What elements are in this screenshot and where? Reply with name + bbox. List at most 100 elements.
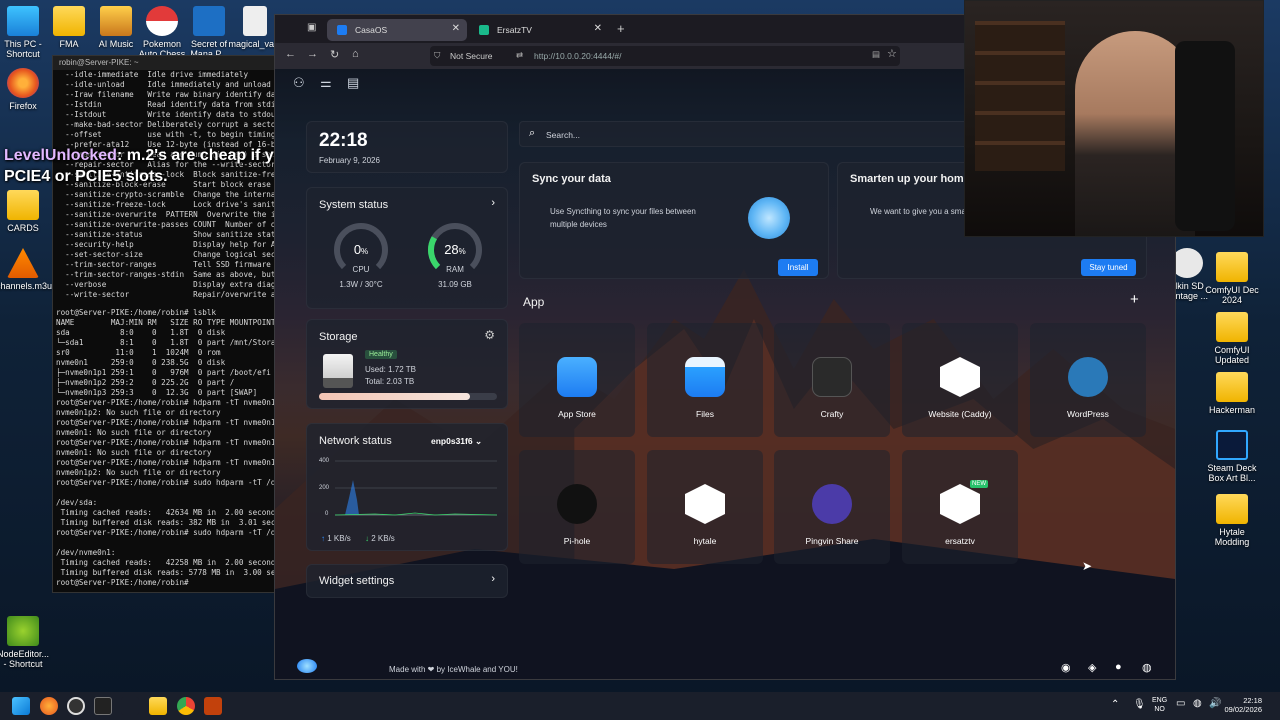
app-files[interactable]: Files xyxy=(647,323,763,437)
chat-icon[interactable]: ◉ xyxy=(1061,661,1071,674)
reload-icon[interactable]: ↻ xyxy=(330,48,339,61)
terminal-line: root@Server-PIKE:/home/robin# hdparm -tT… xyxy=(56,418,276,427)
app-app-store[interactable]: App Store xyxy=(519,323,635,437)
terminal-line: root@Server-PIKE:/home/robin# hdparm -tT… xyxy=(56,438,276,447)
cube-icon xyxy=(940,357,980,397)
back-icon[interactable]: ← xyxy=(285,48,296,60)
tray-icon[interactable]: ▭ xyxy=(1176,698,1185,709)
app-pi-hole[interactable]: Pi-hole xyxy=(519,450,635,564)
folder-icon xyxy=(7,190,39,220)
firefox-taskbar-icon[interactable] xyxy=(40,697,58,715)
home-icon[interactable]: ⌂ xyxy=(352,48,359,60)
language-indicator[interactable]: ENG NO xyxy=(1152,696,1167,714)
desktop-icon-pokemon[interactable]: Pokemon Auto Chess xyxy=(135,6,189,60)
discord-icon[interactable]: ◈ xyxy=(1088,661,1096,674)
desktop-icon-nodeeditor[interactable]: NodeEditor... - Shortcut xyxy=(0,616,50,670)
bookmark-star-icon[interactable]: ☆ xyxy=(887,47,897,60)
search-input[interactable]: Search... xyxy=(546,130,580,140)
stay-tuned-button[interactable]: Stay tuned xyxy=(1081,259,1136,276)
apps-title: App xyxy=(523,295,545,309)
terminal-line: --sanitize-overwrite-passes COUNT Number… xyxy=(65,220,279,229)
chrome-taskbar-icon[interactable] xyxy=(177,697,195,715)
desktop-icon-steam-deck[interactable]: Steam Deck Box Art Bl... xyxy=(1205,430,1259,484)
network-interface-select[interactable]: enp0s31f6 ⌄ xyxy=(431,436,482,447)
desktop-icon-fma[interactable]: FMA xyxy=(42,6,96,49)
app-store-icon xyxy=(557,357,597,397)
terminal-taskbar-icon[interactable] xyxy=(94,697,112,715)
folder-icon xyxy=(685,357,725,397)
storage-bar xyxy=(319,393,497,400)
install-button[interactable]: Install xyxy=(778,259,818,276)
terminal-line: /dev/nvme0n1: xyxy=(56,548,116,557)
network-widget: Network status enp0s31f6 ⌄ 400 200 0 ↑ 1… xyxy=(306,423,508,551)
desktop-icon-channels[interactable]: channels.m3u xyxy=(0,248,52,291)
settings-sliders-icon[interactable]: ⚌ xyxy=(320,75,332,91)
close-tab-icon[interactable]: ✕ xyxy=(594,23,602,34)
app-icon xyxy=(7,616,39,646)
forward-icon[interactable]: → xyxy=(307,48,318,60)
user-icon[interactable]: ⚇ xyxy=(293,75,305,91)
tab-list-icon[interactable]: ▣ xyxy=(307,22,316,33)
terminal-line: NAME MAJ:MIN RM SIZE RO TYPE MOUNTPOINTS xyxy=(56,318,280,327)
shield-icon: ⛉ xyxy=(434,50,441,60)
windows-start-icon[interactable] xyxy=(12,697,30,715)
ersatztv-favicon xyxy=(479,25,489,35)
terminal-line: root@Server-PIKE:/home/robin# hdparm -tT… xyxy=(56,398,280,407)
screen: { "desktop": { "icons_left": [ {"label":… xyxy=(0,0,1280,720)
terminal-line: --sanitize-crypto-scramble Change the in… xyxy=(65,190,280,199)
app-taskbar-icon[interactable] xyxy=(67,697,85,715)
pen-taskbar-icon[interactable] xyxy=(121,697,139,715)
app-wordpress[interactable]: WordPress xyxy=(1030,323,1146,437)
terminal-line: --verbose Display extra diagnostics xyxy=(65,280,280,289)
tick-0: 0 xyxy=(325,511,329,517)
mic-icon[interactable]: 🎙 xyxy=(1133,699,1146,710)
clock-widget: 22:18 February 9, 2026 xyxy=(306,121,508,173)
casaos-logo[interactable] xyxy=(297,659,317,673)
tick-200: 200 xyxy=(319,485,330,491)
tray-chevron-icon[interactable]: ⌃ xyxy=(1111,699,1119,710)
vlc-taskbar-icon[interactable] xyxy=(204,697,222,715)
syncthing-icon xyxy=(748,197,790,239)
taskbar-clock[interactable]: 22:18 09/02/2026 xyxy=(1212,696,1262,714)
widget-settings-button[interactable]: Widget settings › xyxy=(306,564,508,598)
tab-casaos[interactable]: CasaOS ✕ xyxy=(327,19,467,41)
chair xyxy=(1175,41,1235,231)
mouse-cursor-icon: ➤ xyxy=(1082,559,1093,573)
desktop-icon-hackerman[interactable]: Hackerman xyxy=(1205,372,1259,415)
desktop-icon-comfyui-updated[interactable]: ComfyUI Updated xyxy=(1205,312,1259,366)
app-pingvin-share[interactable]: Pingvin Share xyxy=(774,450,890,564)
health-badge: Healthy xyxy=(365,350,397,359)
terminal-line: --Istdout Write identify data to stdout … xyxy=(65,110,280,119)
desktop-icon-hytale-modding[interactable]: Hytale Modding xyxy=(1205,494,1259,548)
network-tray-icon[interactable]: ◍ xyxy=(1193,698,1202,709)
add-app-icon[interactable]: + xyxy=(1130,291,1139,308)
terminal-window[interactable]: robin@Server-PIKE: ~ --idle-immediate Id… xyxy=(52,55,280,593)
search-bar[interactable]: ⌕ Search... xyxy=(519,121,971,147)
file-icon xyxy=(243,6,267,36)
chevron-right-icon[interactable]: › xyxy=(491,197,495,209)
explorer-taskbar-icon[interactable] xyxy=(149,697,167,715)
clock-date: February 9, 2026 xyxy=(319,156,380,165)
smarten-title: Smarten up your home xyxy=(850,173,970,185)
new-tab-button[interactable]: + xyxy=(617,21,625,36)
app-hytale[interactable]: hytale xyxy=(647,450,763,564)
close-tab-icon[interactable]: ✕ xyxy=(452,23,460,34)
wordpress-icon xyxy=(1068,357,1108,397)
terminal-line: nvme0n1 259:0 0 238.5G 0 disk xyxy=(56,358,226,367)
app-website-caddy[interactable]: Website (Caddy) xyxy=(902,323,1018,437)
network-chart xyxy=(335,460,497,516)
url-bar[interactable]: ⛉ Not Secure ⇄ http://10.0.0.20:4444/#/ … xyxy=(430,46,900,66)
desktop-icon-comfyui-dec[interactable]: ComfyUI Dec 2024 xyxy=(1205,252,1259,306)
reddit-icon[interactable]: ◍ xyxy=(1142,661,1152,674)
reader-icon[interactable]: ▤ xyxy=(872,49,880,60)
terminal-icon[interactable]: ▤ xyxy=(347,75,359,91)
terminal-line: ├─nvme0n1p2 259:2 0 225.2G 0 part / xyxy=(56,378,235,387)
gear-icon[interactable]: ⚙ xyxy=(484,328,495,342)
tab-ersatztv[interactable]: ErsatzTV ✕ xyxy=(469,19,609,41)
firefox-icon xyxy=(7,68,39,98)
desktop-icon-firefox[interactable]: Firefox xyxy=(0,68,50,111)
desktop-icon-cards[interactable]: CARDS xyxy=(0,190,50,233)
app-crafty[interactable]: Crafty xyxy=(774,323,890,437)
app-ersatztv[interactable]: NEW ersatztv xyxy=(902,450,1018,564)
github-icon[interactable]: ● xyxy=(1115,661,1122,673)
